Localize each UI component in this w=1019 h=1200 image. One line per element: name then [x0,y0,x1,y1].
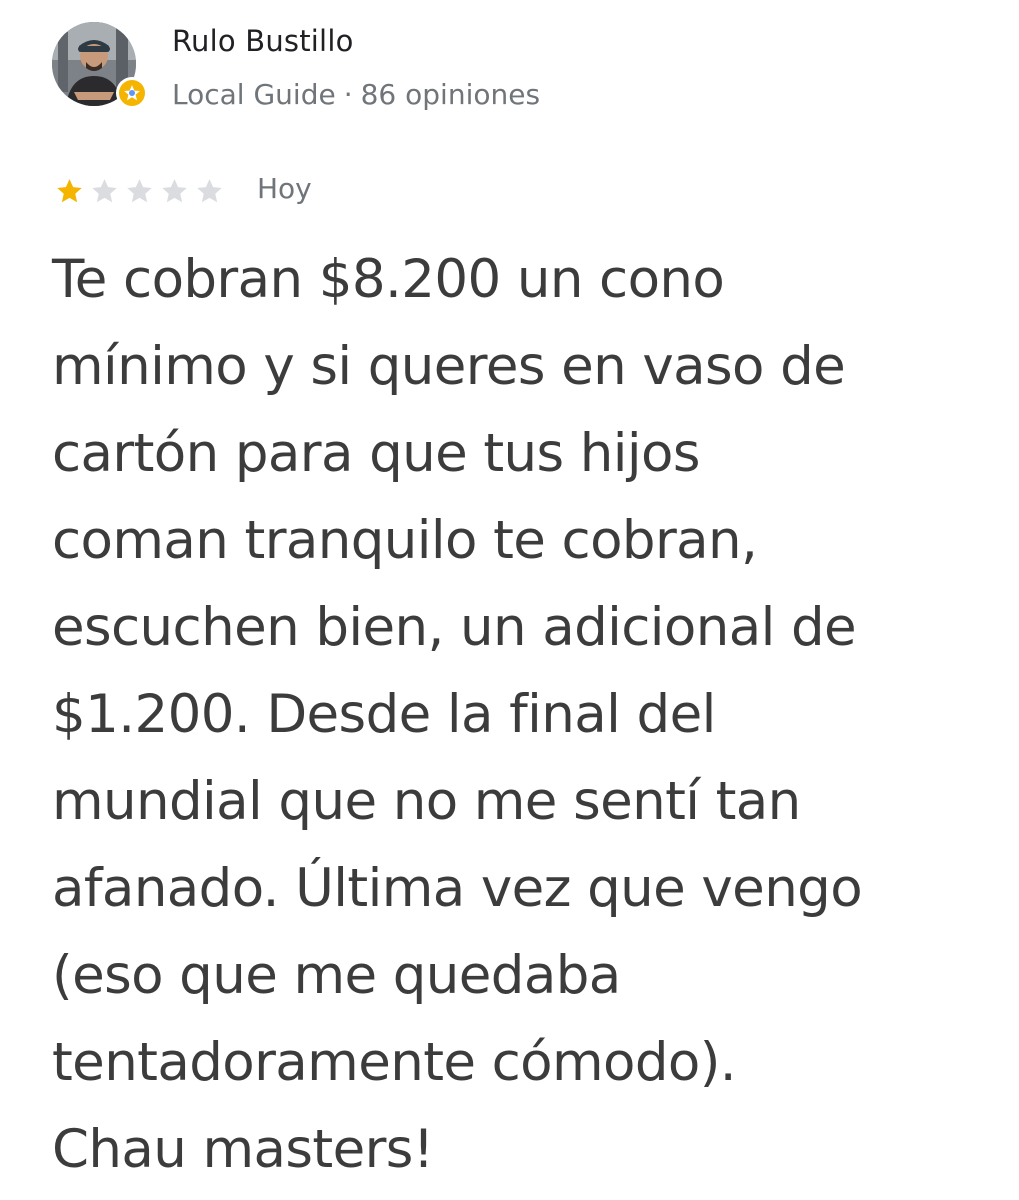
author-meta[interactable]: Local Guide · 86 opiniones [172,78,540,111]
author-avatar-wrap[interactable] [52,22,148,112]
local-guide-label: Local Guide [172,78,336,111]
review-text-line: (eso que me quedaba [52,945,621,1006]
local-guide-badge [116,77,148,109]
star-empty-icon [92,179,117,203]
review-text-line: tentadoramente cómodo). [52,1032,737,1093]
star-empty-icon [162,179,187,203]
rating-row: Hoy [52,170,652,210]
review-text-line: mundial que no me sentí tan [52,771,801,832]
meta-separator: · [343,78,353,111]
review-text-line: afanado. Última vez que vengo [52,858,863,919]
local-guide-star-icon [119,80,145,106]
review-card: Rulo Bustillo Local Guide · 86 opiniones H… [0,0,1019,1200]
review-text-line: coman tranquilo te cobran, [52,510,758,571]
review-text-line: cartón para que tus hijos [52,423,700,484]
star-rating [52,176,227,206]
review-date: Hoy [257,172,312,205]
star-empty-icon [127,179,152,203]
star-filled-icon [57,179,82,203]
review-text-line: mínimo y si queres en vaso de [52,336,846,397]
review-text-line: Te cobran $8.200 un cono [52,249,725,310]
review-text: Te cobran $8.200 un cono mínimo y si quer… [52,236,992,1193]
review-text-line: $1.200. Desde la final del [52,684,716,745]
author-header: Rulo Bustillo Local Guide · 86 opiniones [52,22,952,112]
review-text-line: escuchen bien, un adicional de [52,597,857,658]
review-text-line: Chau masters! [52,1119,434,1180]
star-empty-icon [197,179,222,203]
author-name[interactable]: Rulo Bustillo [172,24,354,58]
reviews-count: 86 opiniones [360,78,541,111]
